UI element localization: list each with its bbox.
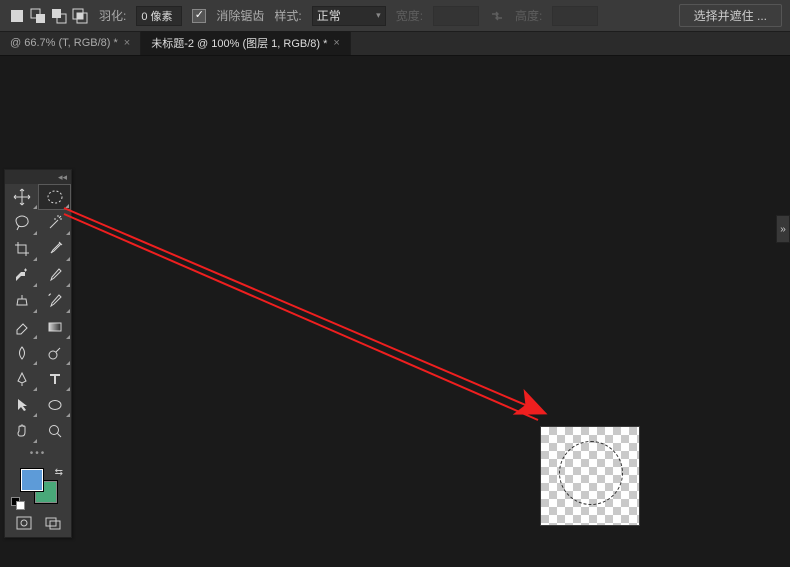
selection-new-icon[interactable] (8, 7, 26, 25)
tools-panel: ◂◂ ••• ⇆ (4, 169, 72, 538)
type-tool[interactable] (38, 366, 71, 392)
width-input (433, 6, 479, 26)
document-tab-label: 未标题-2 @ 100% (图层 1, RGB/8) * (151, 35, 327, 51)
marquee-ellipse-tool[interactable] (38, 184, 71, 210)
history-brush-tool[interactable] (38, 288, 71, 314)
select-and-mask-button[interactable]: 选择并遮住 ... (679, 4, 782, 27)
options-bar: 羽化: ✓ 消除锯齿 样式: 正常 ▾ 宽度: 高度: 选择并遮住 ... (0, 0, 790, 32)
hand-tool[interactable] (5, 418, 38, 444)
healing-brush-tool[interactable] (5, 262, 38, 288)
tool-divider: ••• (5, 444, 71, 463)
color-swatches: ⇆ (5, 463, 71, 511)
style-label: 样式: (274, 7, 301, 24)
swap-colors-icon[interactable]: ⇆ (55, 467, 63, 478)
lasso-tool[interactable] (5, 210, 38, 236)
height-input (552, 6, 598, 26)
close-tab-icon[interactable]: × (333, 37, 339, 49)
right-panel-expand[interactable]: » (776, 215, 790, 243)
gradient-tool[interactable] (38, 314, 71, 340)
magic-wand-tool[interactable] (38, 210, 71, 236)
blur-tool[interactable] (5, 340, 38, 366)
screen-mode-icon[interactable] (44, 515, 62, 531)
document-tab-bar: @ 66.7% (T, RGB/8) * × 未标题-2 @ 100% (图层 … (0, 32, 790, 56)
clone-stamp-tool[interactable] (5, 288, 38, 314)
pen-tool[interactable] (5, 366, 38, 392)
eyedropper-tool[interactable] (38, 236, 71, 262)
tool-grid (5, 184, 71, 444)
style-select-value: 正常 (317, 7, 341, 24)
canvas-area[interactable] (0, 56, 790, 567)
collapse-panel-icon[interactable]: ◂◂ (58, 172, 67, 183)
swap-dimensions-icon (489, 8, 505, 24)
chevron-down-icon: ▾ (376, 10, 381, 21)
elliptical-selection-marquee (559, 441, 623, 505)
selection-subtract-icon[interactable] (50, 7, 68, 25)
selection-mode-group (8, 7, 89, 25)
eraser-tool[interactable] (5, 314, 38, 340)
document-tab[interactable]: 未标题-2 @ 100% (图层 1, RGB/8) * × (141, 31, 351, 55)
feather-input[interactable] (136, 6, 182, 26)
document-canvas[interactable] (540, 426, 640, 526)
brush-tool[interactable] (38, 262, 71, 288)
selection-intersect-icon[interactable] (71, 7, 89, 25)
antialias-label: 消除锯齿 (216, 7, 264, 24)
dodge-tool[interactable] (38, 340, 71, 366)
zoom-tool[interactable] (38, 418, 71, 444)
tools-panel-header: ◂◂ (5, 170, 71, 184)
tools-bottom-icons (5, 511, 71, 537)
move-tool[interactable] (5, 184, 38, 210)
foreground-color-swatch[interactable] (21, 469, 43, 491)
close-tab-icon[interactable]: × (124, 37, 130, 49)
feather-label: 羽化: (99, 7, 126, 24)
crop-tool[interactable] (5, 236, 38, 262)
height-label: 高度: (515, 7, 542, 24)
width-label: 宽度: (396, 7, 423, 24)
document-tab-label: @ 66.7% (T, RGB/8) * (10, 37, 118, 49)
default-colors-icon[interactable] (11, 493, 25, 509)
document-tab[interactable]: @ 66.7% (T, RGB/8) * × (0, 31, 141, 55)
quick-mask-icon[interactable] (15, 515, 33, 531)
selection-add-icon[interactable] (29, 7, 47, 25)
style-select[interactable]: 正常 ▾ (312, 6, 386, 26)
shape-ellipse-tool[interactable] (38, 392, 71, 418)
antialias-checkbox[interactable]: ✓ (192, 9, 206, 23)
path-select-tool[interactable] (5, 392, 38, 418)
